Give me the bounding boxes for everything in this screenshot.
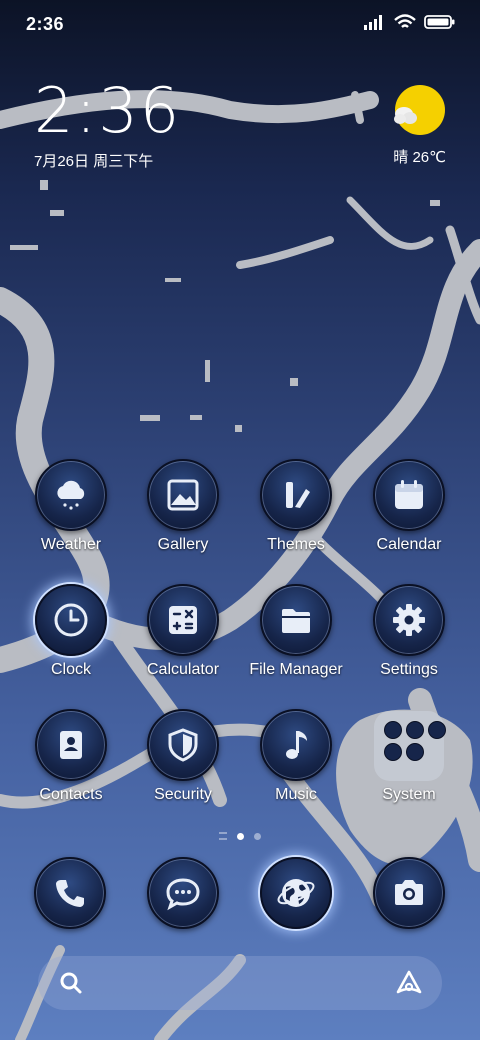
battery-icon [424,15,455,29]
app-contacts[interactable]: Contacts [13,709,129,809]
mini-app-icon [406,721,424,739]
globe-icon [260,857,332,929]
search-icon[interactable] [58,970,84,996]
app-label: File Manager [249,661,343,678]
app-music[interactable]: Music [238,709,354,809]
gear-icon [373,584,445,656]
folder-group-icon [374,711,446,781]
app-label: System [382,786,436,803]
app-calculator[interactable]: Calculator [125,584,241,684]
app-label: Clock [50,661,91,678]
brush-icon [260,459,332,531]
app-label: Contacts [39,786,103,803]
dock-messages[interactable] [147,857,221,931]
app-label: Calculator [146,661,220,678]
app-label: Themes [267,536,325,553]
app-label: Security [154,786,212,803]
app-system-folder[interactable]: System [351,709,467,809]
app-label: Gallery [157,536,209,553]
sun-cloud-icon [394,85,445,135]
page-dot [254,832,261,840]
search-bar[interactable] [38,956,442,1010]
dock-browser[interactable] [260,857,334,931]
calculator-icon [147,584,219,656]
calendar-icon [373,459,445,531]
app-clock[interactable]: Clock [13,584,129,684]
mini-app-icon [406,743,424,761]
app-settings[interactable]: Settings [351,584,467,684]
app-label: Settings [380,661,438,678]
status-bar: 2:36 [0,0,480,50]
phone-icon [34,857,106,929]
weather-widget[interactable]: 晴 26℃ [366,82,446,166]
app-calendar[interactable]: Calendar [351,459,467,559]
mini-app-icon [428,721,446,739]
app-label: Calendar [376,536,442,553]
page-indicator [0,829,480,843]
app-label: Weather [40,536,102,553]
app-security[interactable]: Security [125,709,241,809]
folder-icon [260,584,332,656]
page-list-icon [219,832,227,840]
camera-icon [373,857,445,929]
music-note-icon [260,709,332,781]
app-gallery[interactable]: Gallery [125,459,241,559]
app-label: Music [275,786,317,803]
clock-widget[interactable]: 2:36 7月26日 周三下午 [34,80,181,171]
widget-time: 2:36 [34,74,182,147]
weather-text: 晴 26℃ [393,149,446,166]
status-time: 2:36 [26,14,65,34]
dock-camera[interactable] [373,857,447,931]
clock-icon [35,584,107,656]
status-icons [364,14,456,30]
app-file-manager[interactable]: File Manager [238,584,354,684]
app-weather[interactable]: Weather [13,459,129,559]
wifi-icon [394,14,416,28]
image-icon [147,459,219,531]
chat-icon [147,857,219,929]
widget-date: 7月26日 周三下午 [34,153,154,170]
shield-icon [147,709,219,781]
contacts-icon [35,709,107,781]
page-dot-active [237,832,244,840]
mini-app-icon [384,721,402,739]
signal-icon [364,15,382,30]
cloud-rain-icon [35,459,107,531]
mini-app-icon [384,743,402,761]
dock-phone[interactable] [34,857,108,931]
assistant-icon[interactable] [394,968,424,998]
app-themes[interactable]: Themes [238,459,354,559]
